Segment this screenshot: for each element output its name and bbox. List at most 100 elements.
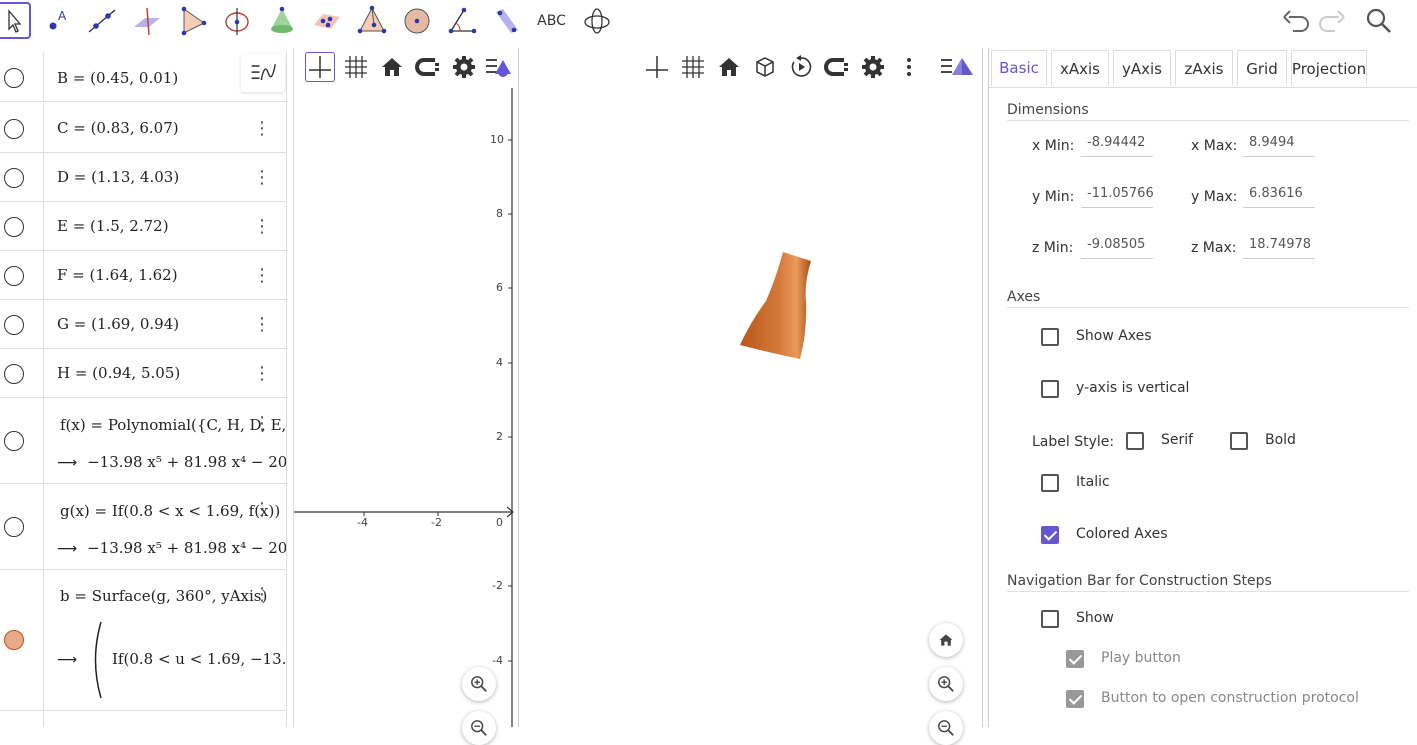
- point-definition[interactable]: H = (0.94, 5.05): [57, 364, 180, 382]
- move-tool-button[interactable]: [0, 2, 31, 39]
- graphics-view-2d[interactable]: 10 8 6 4 2 -2 -4 -4 -2 0: [293, 48, 519, 745]
- visibility-toggle[interactable]: [4, 68, 24, 88]
- view-menu-3d-button[interactable]: [938, 52, 976, 82]
- more-options-icon[interactable]: [252, 500, 272, 520]
- algebra-stylebar-button[interactable]: [241, 54, 285, 92]
- perpendicular-plane-tool-button[interactable]: [128, 2, 165, 39]
- settings-button[interactable]: [449, 52, 479, 82]
- tab-zaxis[interactable]: zAxis: [1175, 50, 1233, 86]
- line-tool-button[interactable]: [83, 2, 120, 39]
- z-min-field[interactable]: -9.08505: [1081, 237, 1153, 259]
- more-options-icon[interactable]: [252, 266, 272, 286]
- standard-view-button[interactable]: [377, 52, 407, 82]
- zoom-out-3d-button[interactable]: [929, 711, 963, 745]
- toggle-grid-3d-button[interactable]: [678, 52, 708, 82]
- more-options-icon[interactable]: [252, 364, 272, 384]
- x-min-field[interactable]: -8.94442: [1081, 135, 1153, 157]
- more-options-icon[interactable]: [252, 168, 272, 188]
- zoom-out-button[interactable]: [462, 711, 496, 745]
- algebra-row-b[interactable]: b = Surface(g, 360°, yAxis) ⟶ If(0.8 < u…: [0, 570, 286, 711]
- bold-checkbox[interactable]: [1230, 432, 1248, 450]
- settings-3d-button[interactable]: [858, 52, 888, 82]
- z-max-field[interactable]: 18.74978: [1243, 237, 1315, 259]
- point-definition[interactable]: B = (0.45, 0.01): [57, 69, 178, 87]
- point-capturing-3d-button[interactable]: [822, 52, 852, 82]
- algebra-row-G[interactable]: G = (1.69, 0.94): [0, 300, 286, 349]
- visibility-toggle[interactable]: [4, 217, 24, 237]
- play-button-checkbox[interactable]: [1066, 650, 1084, 668]
- tab-xaxis[interactable]: xAxis: [1051, 50, 1109, 86]
- italic-checkbox[interactable]: [1041, 474, 1059, 492]
- more-options-icon[interactable]: [252, 217, 272, 237]
- y-min-field[interactable]: -11.05766: [1081, 186, 1153, 208]
- zoom-in-3d-button[interactable]: [929, 667, 963, 701]
- zoom-in-button[interactable]: [462, 667, 496, 701]
- visibility-toggle[interactable]: [4, 315, 24, 335]
- visibility-toggle[interactable]: [4, 168, 24, 188]
- reflect-plane-tool-button[interactable]: [488, 2, 525, 39]
- cone-tool-button[interactable]: [263, 2, 300, 39]
- sphere-tool-button[interactable]: [398, 2, 435, 39]
- more-options-icon[interactable]: [252, 119, 272, 139]
- tab-basic[interactable]: Basic: [991, 50, 1047, 86]
- point-capturing-button[interactable]: [413, 52, 443, 82]
- visibility-toggle[interactable]: [4, 431, 24, 451]
- algebra-row-f[interactable]: f(x) = Polynomial({C, H, D, E, ⟶−13.98 x…: [0, 398, 286, 484]
- show-navigation-checkbox[interactable]: [1041, 610, 1059, 628]
- tab-projection[interactable]: Projection: [1291, 50, 1367, 86]
- algebra-row-E[interactable]: E = (1.5, 2.72): [0, 202, 286, 251]
- algebra-row-D[interactable]: D = (1.13, 4.03): [0, 153, 286, 202]
- tab-grid[interactable]: Grid: [1237, 50, 1287, 86]
- visibility-toggle[interactable]: [4, 266, 24, 286]
- plane-points-tool-button[interactable]: [308, 2, 345, 39]
- home-view-button[interactable]: [929, 623, 963, 657]
- point-definition[interactable]: G = (1.69, 0.94): [57, 315, 179, 333]
- point-definition[interactable]: C = (0.83, 6.07): [57, 119, 179, 137]
- point-tool-button[interactable]: A: [38, 2, 75, 39]
- point-definition[interactable]: D = (1.13, 4.03): [57, 168, 179, 186]
- more-options-3d-button[interactable]: [894, 52, 924, 82]
- algebra-row-F[interactable]: F = (1.64, 1.62): [0, 251, 286, 300]
- undo-button[interactable]: [1276, 2, 1313, 39]
- y-axis-vertical-checkbox[interactable]: [1041, 380, 1059, 398]
- angle-tool-button[interactable]: [443, 2, 480, 39]
- serif-checkbox[interactable]: [1126, 432, 1144, 450]
- y-max-field[interactable]: 6.83616: [1243, 186, 1315, 208]
- rotate-view-button[interactable]: [786, 52, 816, 82]
- visibility-toggle[interactable]: [4, 364, 24, 384]
- point-definition[interactable]: F = (1.64, 1.62): [57, 266, 178, 284]
- algebra-row-C[interactable]: C = (0.83, 6.07): [0, 104, 286, 153]
- colored-axes-checkbox[interactable]: [1041, 526, 1059, 544]
- more-options-icon[interactable]: [252, 414, 272, 434]
- algebra-row-g[interactable]: g(x) = If(0.8 < x < 1.69, f(x)) ⟶−13.98 …: [0, 484, 286, 570]
- tab-yaxis[interactable]: yAxis: [1113, 50, 1171, 86]
- standard-view-3d-button[interactable]: [714, 52, 744, 82]
- protocol-button-checkbox[interactable]: [1066, 690, 1084, 708]
- toggle-axes-3d-button[interactable]: [642, 52, 672, 82]
- show-axes-checkbox[interactable]: [1041, 328, 1059, 346]
- text-tool-button[interactable]: ABC: [533, 2, 570, 39]
- surface-definition[interactable]: b = Surface(g, 360°, yAxis): [60, 587, 267, 605]
- toggle-axes-button[interactable]: [305, 52, 335, 82]
- function-definition[interactable]: g(x) = If(0.8 < x < 1.69, f(x)): [60, 502, 280, 520]
- more-options-icon[interactable]: [252, 315, 272, 335]
- rotate-around-line-tool-button[interactable]: [218, 2, 255, 39]
- x-max-field[interactable]: 8.9494: [1243, 135, 1315, 157]
- toggle-grid-button[interactable]: [341, 52, 371, 82]
- cube-icon: [756, 57, 774, 77]
- more-options-icon[interactable]: [252, 585, 272, 605]
- pyramid-tool-button[interactable]: [173, 2, 210, 39]
- point-definition[interactable]: E = (1.5, 2.72): [57, 217, 169, 235]
- visibility-toggle[interactable]: [4, 517, 24, 537]
- visibility-toggle[interactable]: [4, 119, 24, 139]
- algebra-input-row[interactable]: [0, 711, 286, 727]
- view-menu-button[interactable]: [483, 52, 513, 82]
- toggle-clipping-button[interactable]: [750, 52, 780, 82]
- visibility-toggle[interactable]: [4, 630, 24, 650]
- rotate-view-tool-button[interactable]: [578, 2, 615, 39]
- tetrahedron-tool-button[interactable]: [353, 2, 390, 39]
- graphics-view-3d[interactable]: [521, 48, 983, 745]
- redo-button[interactable]: [1314, 2, 1351, 39]
- algebra-row-H[interactable]: H = (0.94, 5.05): [0, 349, 286, 398]
- search-button[interactable]: [1360, 2, 1397, 39]
